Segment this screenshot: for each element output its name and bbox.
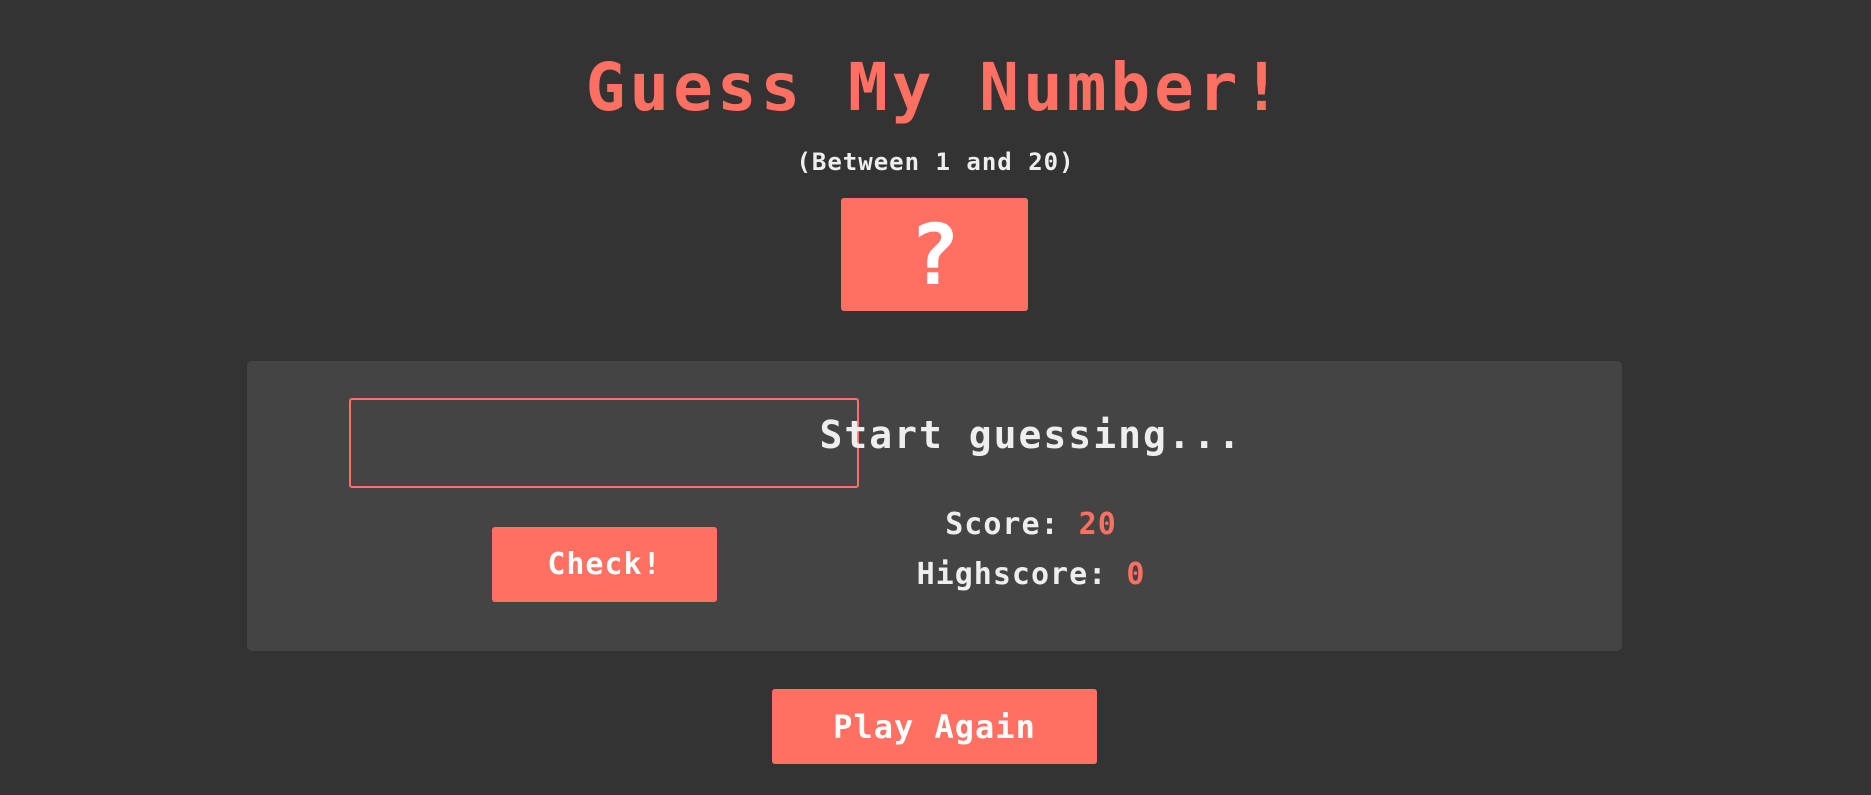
play-again-button[interactable]: Play Again [772,689,1097,764]
highscore-display: Highscore: 0 [687,556,1375,594]
page-title: Guess My Number! [585,49,1286,126]
score-value: 20 [1078,507,1117,542]
check-button[interactable]: Check! [492,527,717,602]
highscore-value: 0 [1126,557,1146,592]
secret-number-box: ? [841,198,1028,311]
highscore-label: Highscore: [916,557,1108,592]
score-label: Score: [945,507,1060,542]
range-hint: (Between 1 and 20) [796,148,1075,176]
status-message: Start guessing... [819,413,1243,457]
score-display: Score: 20 [687,506,1375,544]
